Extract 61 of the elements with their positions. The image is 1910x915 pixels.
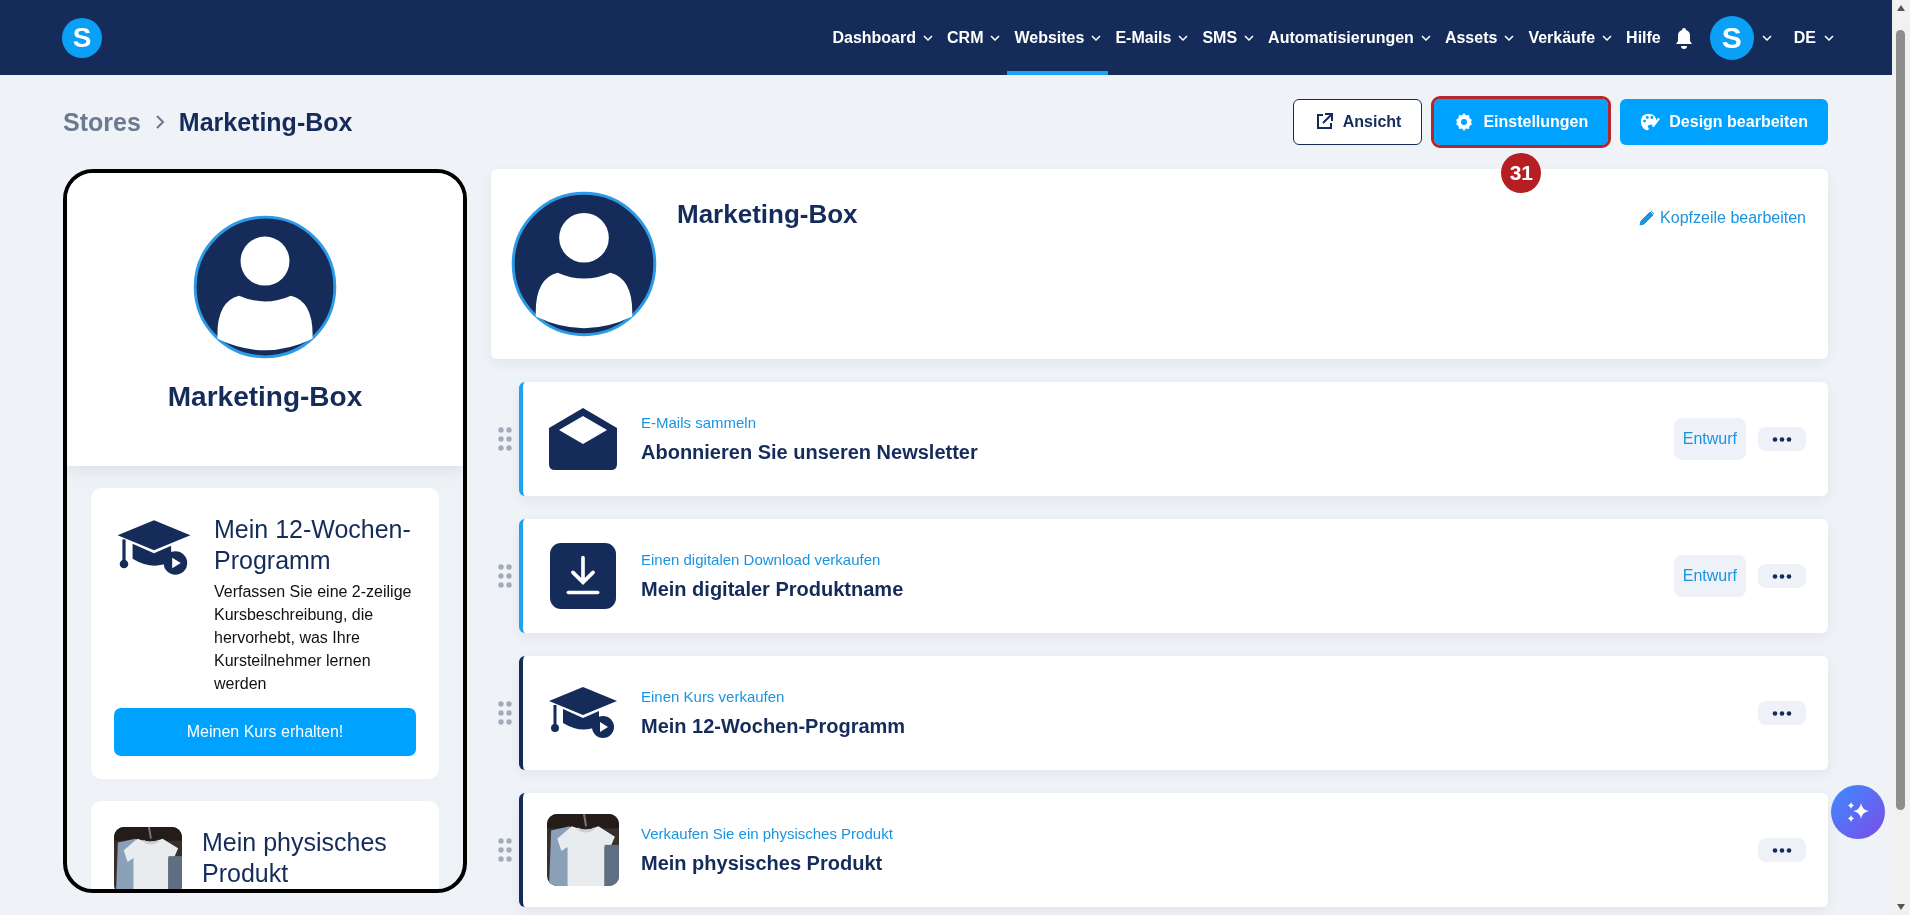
item-title: Abonnieren Sie unseren Newsletter [641, 441, 978, 464]
item-title: Mein digitaler Produktname [641, 578, 904, 601]
ai-assistant-button[interactable] [1831, 785, 1885, 839]
more-icon [1772, 710, 1792, 716]
scroll-up-icon[interactable] [1896, 4, 1906, 12]
drag-handle-icon[interactable] [497, 837, 513, 863]
store-item-card[interactable]: E-Mails sammeln Abonnieren Sie unseren Newsletter Entwurf [519, 382, 1828, 496]
pencil-icon [1639, 210, 1656, 226]
nav-item[interactable]: Websites [1007, 0, 1109, 75]
item-category: Einen Kurs verkaufen [641, 688, 786, 705]
language-menu[interactable]: DE [1779, 0, 1838, 75]
drag-handle-icon[interactable] [497, 563, 513, 589]
annotation-badge: 31 [1501, 153, 1542, 193]
nav-item[interactable]: CRM [940, 0, 1008, 75]
nav-item[interactable]: Dashboard [825, 0, 940, 75]
drag-handle-icon[interactable] [497, 426, 513, 452]
drag-handle-icon[interactable] [497, 700, 513, 726]
bell-icon[interactable] [1673, 26, 1694, 49]
item-category: Verkaufen Sie ein physisches Produkt [641, 825, 893, 842]
item-category: E-Mails sammeln [641, 414, 758, 431]
more-button[interactable] [1758, 701, 1806, 725]
preview-card-title: Mein physisches Produkt [202, 827, 388, 889]
scrollbar[interactable] [1892, 0, 1910, 915]
more-button[interactable] [1758, 564, 1806, 588]
nav-item[interactable]: Hilfe [1619, 0, 1668, 75]
more-button[interactable] [1758, 838, 1806, 862]
preview-card-title: Mein 12-Wochen-Programm [214, 514, 412, 576]
store-item-card[interactable]: Verkaufen Sie ein physisches Produkt Mein physisches Produkt [519, 793, 1828, 907]
store-item-card[interactable]: Einen digitalen Download verkaufen Mein digitaler Produktname Entwurf [519, 519, 1828, 633]
chevron-icon [154, 114, 165, 130]
more-icon [1772, 436, 1792, 442]
more-icon [1772, 847, 1792, 853]
palette-icon [1640, 112, 1661, 132]
nav-item[interactable]: Assets [1437, 0, 1522, 75]
status-badge: Entwurf [1673, 555, 1746, 597]
store-title: Marketing-Box [677, 199, 858, 231]
caret-icon [1761, 34, 1772, 41]
nav-item[interactable]: E-Mails [1108, 0, 1196, 75]
breadcrumb-item: Marketing-Box [178, 107, 353, 137]
more-button[interactable] [1758, 427, 1806, 451]
breadcrumb-item[interactable]: Stores [63, 107, 141, 137]
avatar-icon [193, 215, 337, 359]
action-button[interactable]: Ansicht [1292, 99, 1423, 145]
caret-icon [1824, 34, 1834, 41]
more-icon [1772, 573, 1792, 579]
status-badge: Entwurf [1673, 418, 1746, 460]
scroll-down-icon[interactable] [1896, 903, 1906, 911]
user-avatar: S [1709, 15, 1754, 60]
preview-title: Marketing-Box [167, 381, 363, 413]
settings-icon [1454, 112, 1475, 132]
nav-item[interactable]: Automatisierungen [1261, 0, 1438, 75]
download-icon [547, 543, 619, 609]
store-item-card[interactable]: Einen Kurs verkaufen Mein 12-Wochen-Programm [519, 656, 1828, 770]
envelope-icon [547, 406, 619, 472]
item-title: Mein 12-Wochen-Programm [641, 715, 906, 738]
nav-item[interactable]: Verkäufe [1521, 0, 1620, 75]
nav-item[interactable]: SMS [1195, 0, 1262, 75]
avatar-icon [511, 191, 657, 337]
item-title: Mein physisches Produkt [641, 852, 884, 875]
preview-card-description: Verfassen Sie eine 2-zeilige Kursbeschreibung, die hervorhebt, was Ihre Kursteilnehmer lernen werden [214, 582, 413, 694]
item-category: Einen digitalen Download verkaufen [641, 551, 882, 568]
